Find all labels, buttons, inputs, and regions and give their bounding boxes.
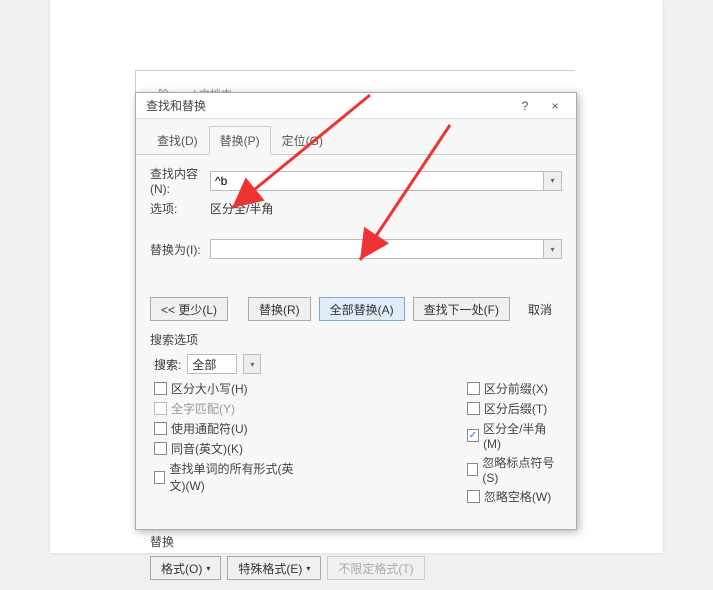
find-dropdown-icon[interactable]: ▾ [544, 171, 562, 191]
checkbox-sounds[interactable] [154, 442, 167, 455]
close-button[interactable]: × [540, 96, 570, 116]
checkbox-suffix[interactable] [467, 402, 480, 415]
cancel-button[interactable]: 取消 [518, 297, 562, 321]
dialog-titlebar: 查找和替换 ? × [136, 93, 576, 119]
checkbox-space[interactable] [467, 490, 480, 503]
format-button[interactable]: 格式(O)▾ [150, 556, 221, 580]
check-wildcard-label: 使用通配符(U) [171, 420, 248, 437]
search-direction-dropdown-icon[interactable]: ▾ [243, 354, 261, 374]
search-options: 搜索: 全部 ▾ 区分大小写(H) 全字匹配(Y) 使用通配符(U) 同音(英文… [136, 350, 576, 509]
tab-goto[interactable]: 定位(G) [271, 126, 334, 155]
bottom-buttons: 格式(O)▾ 特殊格式(E)▾ 不限定格式(T) [136, 552, 576, 590]
search-options-title: 搜索选项 [136, 329, 576, 350]
find-label: 查找内容(N): [150, 165, 210, 196]
tab-find[interactable]: 查找(D) [146, 126, 209, 155]
replace-dropdown-icon[interactable]: ▾ [544, 239, 562, 259]
options-label: 选项: [150, 200, 210, 217]
help-button[interactable]: ? [510, 96, 540, 116]
find-next-button[interactable]: 查找下一处(F) [413, 297, 510, 321]
check-case-label: 区分大小写(H) [171, 380, 248, 397]
search-direction-combo[interactable]: 全部 [187, 354, 237, 374]
dialog-title: 查找和替换 [146, 97, 510, 114]
replace-input[interactable] [210, 239, 544, 259]
check-sounds-label: 同音(英文)(K) [171, 440, 243, 457]
replace-section-title: 替换 [136, 531, 576, 552]
checkbox-prefix[interactable] [467, 382, 480, 395]
checkbox-allforms[interactable] [154, 471, 165, 484]
replace-all-button[interactable]: 全部替换(A) [319, 297, 405, 321]
check-space-label: 忽略空格(W) [484, 488, 551, 505]
dialog-tabs: 查找(D) 替换(P) 定位(G) [136, 119, 576, 155]
no-format-button: 不限定格式(T) [327, 556, 424, 580]
find-input[interactable] [210, 171, 544, 191]
check-wholeword-label: 全字匹配(Y) [171, 400, 235, 417]
replace-button[interactable]: 替换(R) [248, 297, 311, 321]
less-button[interactable]: << 更少(L) [150, 297, 228, 321]
check-prefix-label: 区分前缀(X) [484, 380, 548, 397]
checkbox-wildcard[interactable] [154, 422, 167, 435]
checkbox-case[interactable] [154, 382, 167, 395]
options-value: 区分全/半角 [210, 200, 273, 217]
checkbox-wholeword [154, 402, 167, 415]
check-allforms-label: 查找单词的所有形式(英文)(W) [169, 460, 306, 494]
find-replace-dialog: 查找和替换 ? × 查找(D) 替换(P) 定位(G) 查找内容(N): ▾ 选… [135, 92, 577, 530]
form-area: 查找内容(N): ▾ 选项: 区分全/半角 替换为(I): ▾ [136, 155, 576, 267]
checkbox-fullhalf[interactable]: ✓ [467, 429, 479, 442]
checkbox-punct[interactable] [467, 463, 478, 476]
check-suffix-label: 区分后缀(T) [484, 400, 547, 417]
replace-label: 替换为(I): [150, 241, 210, 258]
search-direction-label: 搜索: [154, 356, 181, 373]
check-punct-label: 忽略标点符号(S) [482, 454, 558, 485]
check-fullhalf-label: 区分全/半角(M) [483, 420, 558, 451]
tab-replace[interactable]: 替换(P) [209, 126, 271, 155]
special-format-button[interactable]: 特殊格式(E)▾ [227, 556, 321, 580]
action-button-row: << 更少(L) 替换(R) 全部替换(A) 查找下一处(F) 取消 [136, 293, 576, 329]
